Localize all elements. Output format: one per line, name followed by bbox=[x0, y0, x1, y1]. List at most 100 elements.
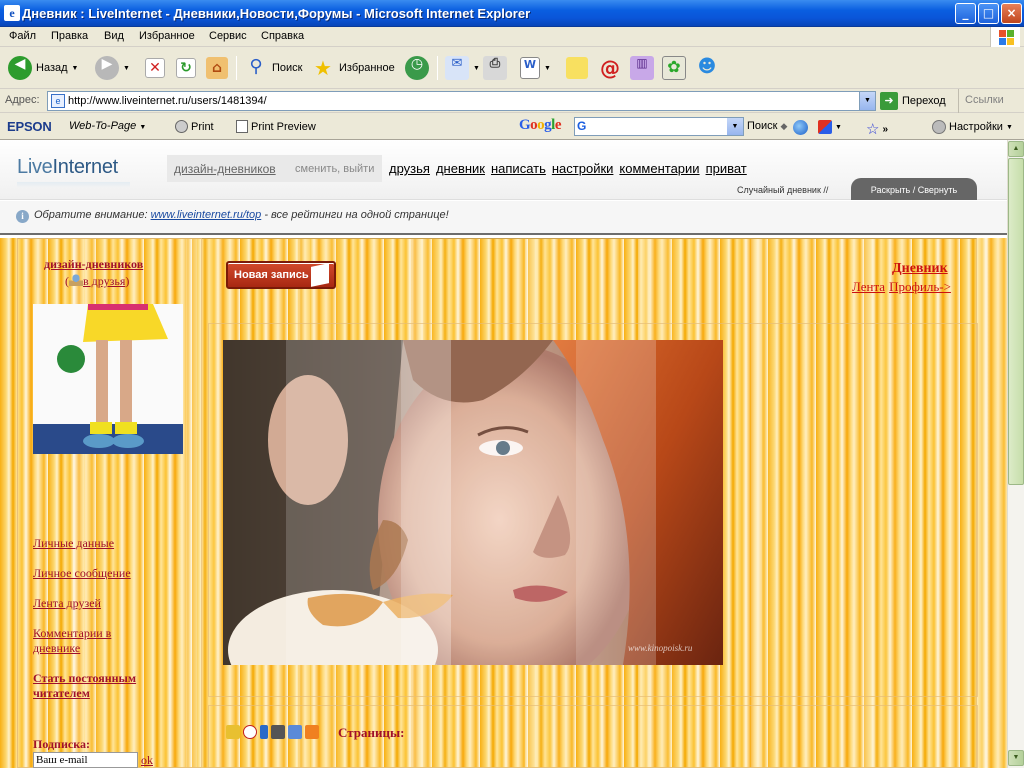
nav-comments[interactable]: комментарии bbox=[619, 161, 699, 176]
notes-button[interactable] bbox=[566, 54, 588, 82]
save-icon[interactable] bbox=[288, 725, 302, 739]
address-url[interactable]: http://www.liveinternet.ru/users/1481394… bbox=[68, 95, 267, 107]
mail-button[interactable]: ✉ ▼ bbox=[445, 54, 480, 82]
forward-dropdown-icon[interactable]: ▼ bbox=[123, 65, 130, 72]
current-user-link[interactable]: дизайн-дневников bbox=[174, 162, 276, 176]
search-button[interactable]: ⚲ Поиск bbox=[244, 54, 302, 82]
clock-icon[interactable] bbox=[243, 725, 257, 739]
refresh-button[interactable]: ↻ bbox=[176, 54, 196, 82]
add-friend-icon bbox=[69, 274, 83, 286]
profile-link[interactable]: Профиль-> bbox=[889, 279, 951, 294]
address-dropdown-icon[interactable]: ▼ bbox=[859, 92, 875, 110]
print-button[interactable]: ⎙ bbox=[483, 54, 507, 82]
print-preview-button[interactable]: Print Preview bbox=[236, 120, 316, 133]
add-friend[interactable]: (в друзья) bbox=[65, 274, 129, 289]
change-logout-link[interactable]: сменить, выйти bbox=[295, 163, 374, 175]
nav-friends[interactable]: друзья bbox=[389, 161, 430, 176]
new-post-button[interactable]: Новая запись bbox=[226, 261, 336, 289]
minimize-button[interactable]: _ bbox=[955, 3, 976, 24]
feed-link[interactable]: Лента bbox=[852, 279, 885, 294]
link-private-message[interactable]: Личное сообщение bbox=[33, 566, 131, 581]
chevron-more-icon[interactable]: » bbox=[882, 124, 888, 135]
maximize-button[interactable]: □ bbox=[978, 3, 999, 24]
stop-button[interactable]: ✕ bbox=[145, 54, 165, 82]
link-diary-comments[interactable]: Комментарии в bbox=[33, 626, 111, 641]
link-become-reader-2[interactable]: читателем bbox=[33, 686, 90, 701]
diary-title-link[interactable]: Дневник bbox=[892, 261, 948, 277]
link-friends-feed[interactable]: Лента друзей bbox=[33, 596, 101, 611]
messenger-button[interactable]: ☻ bbox=[695, 54, 719, 82]
random-diary-link[interactable]: Случайный дневник // bbox=[737, 185, 828, 195]
edit-dropdown-icon[interactable]: ▼ bbox=[544, 65, 551, 72]
research-button[interactable]: ▥ bbox=[630, 54, 654, 82]
standard-toolbar: ◀ Назад ▼ ▶ ▼ ✕ ↻ ⌂ ⚲ Поиск ★ Избранное … bbox=[0, 47, 1024, 89]
notice-link[interactable]: www.liveinternet.ru/top bbox=[151, 209, 262, 221]
icq-button[interactable]: ✿ bbox=[662, 54, 686, 82]
web-to-page-menu[interactable]: Web-To-Page ▼ bbox=[69, 120, 146, 132]
nav-diary[interactable]: дневник bbox=[436, 161, 485, 176]
mail-dropdown-icon[interactable]: ▼ bbox=[473, 65, 480, 72]
address-input[interactable]: e http://www.liveinternet.ru/users/14813… bbox=[47, 91, 876, 111]
links-button[interactable]: Ссылки bbox=[958, 89, 1010, 113]
google-dropdown-icon[interactable]: ▼ bbox=[727, 118, 743, 135]
link-personal-data[interactable]: Личные данные bbox=[33, 536, 114, 551]
printer-icon: ⎙ bbox=[483, 56, 507, 80]
post-image[interactable]: www.kinopoisk.ru bbox=[223, 340, 723, 665]
back-dropdown-icon[interactable]: ▼ bbox=[72, 65, 79, 72]
menu-edit[interactable]: Правка bbox=[51, 30, 88, 42]
email-input[interactable]: Ваш e-mail bbox=[33, 752, 138, 768]
close-button[interactable]: × bbox=[1001, 3, 1022, 24]
new-post-label: Новая запись bbox=[234, 269, 309, 281]
google-search-button[interactable]: Поиск ◆ bbox=[747, 120, 787, 132]
bookmark-star-button[interactable]: ☆ » bbox=[866, 120, 888, 138]
menu-view[interactable]: Вид bbox=[104, 30, 124, 42]
subscribe-ok-button[interactable]: ok bbox=[141, 753, 153, 768]
post-footer-frame bbox=[208, 705, 978, 768]
back-button[interactable]: ◀ Назад ▼ bbox=[8, 54, 78, 82]
google-search-input[interactable]: G ▼ bbox=[574, 117, 744, 136]
favorites-button[interactable]: ★ Избранное bbox=[311, 54, 395, 82]
print-post-icon[interactable] bbox=[271, 725, 285, 739]
vertical-scrollbar[interactable]: ▲ ▼ bbox=[1007, 140, 1024, 768]
nav-private[interactable]: приват bbox=[706, 161, 747, 176]
tag-icon[interactable] bbox=[226, 725, 240, 739]
history-button[interactable]: ◷ bbox=[405, 54, 429, 82]
menu-tools[interactable]: Сервис bbox=[209, 30, 247, 42]
pages-label: Страницы: bbox=[338, 725, 405, 740]
nav-settings[interactable]: настройки bbox=[552, 161, 614, 176]
phone-icon[interactable] bbox=[260, 725, 268, 739]
google-settings-button[interactable]: Настройки ▼ bbox=[932, 120, 1013, 134]
scroll-up-icon[interactable]: ▲ bbox=[1008, 141, 1024, 157]
google-globe-button[interactable] bbox=[793, 120, 808, 135]
epson-logo: EPSON bbox=[7, 119, 52, 134]
at-icon: @ bbox=[600, 56, 620, 80]
link-become-reader[interactable]: Стать постоянным bbox=[33, 671, 136, 686]
google-logo: Google bbox=[519, 117, 562, 133]
sidebar-username[interactable]: дизайн-дневников bbox=[44, 257, 143, 272]
home-button[interactable]: ⌂ bbox=[206, 54, 228, 82]
liveinternet-logo[interactable]: LiveInternet bbox=[17, 156, 130, 188]
avatar[interactable] bbox=[33, 304, 183, 454]
nav-write[interactable]: написать bbox=[491, 161, 546, 176]
expand-collapse-tab[interactable]: Раскрыть / Свернуть bbox=[851, 178, 977, 200]
link-diary-comments-2[interactable]: дневнике bbox=[33, 641, 80, 656]
liveinternet-header: LiveInternet дизайн-дневников сменить, в… bbox=[0, 140, 1007, 200]
menu-favorites[interactable]: Избранное bbox=[139, 30, 195, 42]
menu-help[interactable]: Справка bbox=[261, 30, 304, 42]
edit-button[interactable]: W ▼ bbox=[520, 54, 551, 82]
scroll-down-icon[interactable]: ▼ bbox=[1008, 750, 1024, 766]
at-button[interactable]: @ bbox=[598, 54, 622, 82]
window-title-bar[interactable]: e Дневник : LiveInternet - Дневники,Ново… bbox=[0, 0, 1024, 27]
diary-links: Лента Профиль-> bbox=[852, 279, 955, 295]
go-button[interactable]: ➜ Переход bbox=[880, 92, 946, 110]
back-arrow-icon: ◀ bbox=[8, 56, 32, 80]
menu-file[interactable]: Файл bbox=[9, 30, 36, 42]
rss-icon[interactable] bbox=[305, 725, 319, 739]
extensions-toolbar: EPSON Web-To-Page ▼ Print Print Preview … bbox=[0, 113, 1024, 140]
forward-button[interactable]: ▶ ▼ bbox=[95, 54, 130, 82]
google-pagerank-button[interactable]: ▼ bbox=[818, 120, 842, 134]
word-icon: W bbox=[520, 57, 540, 79]
scroll-thumb[interactable] bbox=[1008, 158, 1024, 485]
print-preview-label: Print Preview bbox=[251, 120, 316, 133]
epson-print-button[interactable]: Print bbox=[175, 120, 214, 133]
